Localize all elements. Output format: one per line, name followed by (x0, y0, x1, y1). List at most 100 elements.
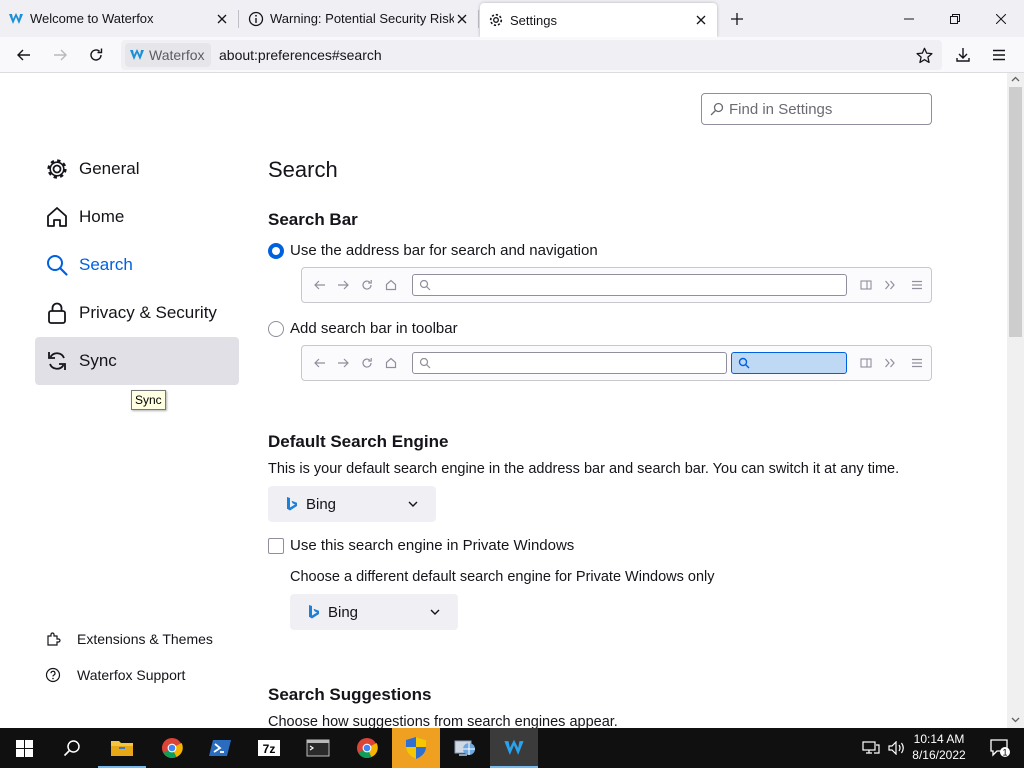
waterfox-logo-icon (130, 49, 144, 60)
close-tab-icon[interactable] (693, 12, 709, 28)
network-tray-icon[interactable] (858, 728, 884, 768)
address-bar-preview (301, 267, 932, 303)
private-engine-dropdown[interactable]: Bing (290, 594, 458, 630)
help-circle-icon (45, 667, 61, 683)
bookmark-star-button[interactable] (910, 41, 938, 69)
close-tab-icon[interactable] (454, 11, 470, 27)
taskbar-chrome-2[interactable] (343, 728, 391, 768)
checkbox-label: Use this search engine in Private Window… (290, 537, 575, 554)
plus-icon (731, 12, 743, 25)
close-tab-icon[interactable] (214, 11, 230, 27)
default-search-engine-description: This is your default search engine in th… (268, 461, 900, 477)
radio-button-selected[interactable] (268, 242, 284, 259)
waterfox-logo-icon (504, 739, 524, 755)
sync-tooltip: Sync (131, 390, 166, 410)
action-center-button[interactable]: 1 (976, 728, 1024, 768)
tab-title: Settings (510, 12, 557, 28)
tab-warning[interactable]: Warning: Potential Security Risk Ah (240, 0, 479, 37)
tab-title: Warning: Potential Security Risk Ah (270, 11, 454, 26)
category-sync[interactable]: Sync (35, 337, 239, 385)
category-label: Privacy & Security (79, 303, 217, 322)
forward-arrow-icon (335, 355, 351, 371)
tab-welcome[interactable]: Welcome to Waterfox (0, 0, 239, 37)
default-engine-dropdown[interactable]: Bing (268, 486, 436, 522)
scrollbar-thumb[interactable] (1009, 87, 1022, 337)
category-general[interactable]: General (35, 145, 239, 193)
private-engine-description: Choose a different default search engine… (290, 569, 715, 585)
forward-arrow-icon (54, 49, 67, 61)
app-menu-button[interactable] (985, 41, 1013, 69)
taskbar-security-shield[interactable] (392, 728, 440, 768)
radio-add-search-bar[interactable]: Add search bar in toolbar (268, 320, 458, 337)
restore-button[interactable] (932, 0, 978, 37)
identity-box[interactable]: Waterfox (125, 43, 211, 67)
7zip-icon: 7z (258, 740, 280, 756)
dropdown-selected-value: Bing (306, 495, 337, 513)
private-windows-checkbox[interactable]: Use this search engine in Private Window… (268, 537, 574, 554)
forward-button[interactable] (46, 41, 74, 69)
taskbar-chrome[interactable] (148, 728, 196, 768)
reload-icon (359, 355, 375, 371)
taskbar-powershell[interactable] (196, 728, 244, 768)
windows-taskbar: 7z 10:14 AM 8/16/2022 1 (0, 728, 1024, 768)
notification-count: 1 (1002, 748, 1007, 758)
sync-icon (48, 352, 66, 370)
address-field-preview (412, 274, 847, 296)
category-home[interactable]: Home (35, 193, 239, 241)
back-arrow-icon (17, 49, 30, 61)
find-in-settings-input[interactable]: Find in Settings (701, 93, 932, 125)
svg-text:7z: 7z (263, 742, 276, 756)
network-icon (862, 741, 880, 754)
dropdown-selected-value: Bing (328, 603, 359, 621)
taskbar-clock[interactable]: 10:14 AM 8/16/2022 (910, 731, 968, 763)
gear-icon (489, 13, 503, 27)
back-button[interactable] (10, 41, 38, 69)
address-field-preview (412, 352, 727, 374)
search-icon (63, 740, 80, 757)
category-privacy-security[interactable]: Privacy & Security (35, 289, 239, 337)
taskbar-terminal[interactable] (294, 728, 342, 768)
reload-button[interactable] (82, 41, 110, 69)
taskbar-file-explorer[interactable] (98, 728, 146, 768)
forward-arrow-icon (335, 277, 351, 293)
waterfox-support-link[interactable]: Waterfox Support (45, 665, 185, 685)
overflow-chevrons-icon (882, 277, 898, 293)
clock-date: 8/16/2022 (912, 748, 966, 762)
taskbar-network-app[interactable] (441, 728, 489, 768)
taskbar-search-button[interactable] (48, 728, 96, 768)
minimize-icon (904, 18, 914, 19)
search-icon (419, 279, 431, 291)
start-button[interactable] (0, 728, 48, 768)
download-icon (956, 48, 970, 62)
category-search[interactable]: Search (35, 241, 239, 289)
new-tab-button[interactable] (715, 0, 759, 37)
taskbar-7zip[interactable]: 7z (245, 728, 293, 768)
category-label: Sync (79, 351, 117, 370)
chrome-icon (162, 738, 183, 759)
page-title: Search (268, 157, 338, 182)
scroll-down-arrow-icon[interactable] (1011, 717, 1020, 723)
checkbox[interactable] (268, 537, 284, 554)
radio-button-unselected[interactable] (268, 320, 284, 337)
home-icon (383, 355, 399, 371)
speaker-icon (888, 741, 904, 755)
tab-settings[interactable]: Settings (480, 3, 717, 37)
downloads-button[interactable] (949, 41, 977, 69)
search-bar-heading: Search Bar (268, 210, 358, 229)
address-bar[interactable]: Waterfox about:preferences#search (121, 40, 942, 70)
scroll-up-arrow-icon[interactable] (1011, 76, 1020, 82)
close-window-button[interactable] (978, 0, 1024, 37)
puzzle-piece-icon (47, 632, 61, 646)
info-icon (248, 11, 264, 26)
minimize-button[interactable] (886, 0, 932, 37)
volume-tray-icon[interactable] (884, 728, 910, 768)
chevron-down-icon (408, 501, 418, 507)
identity-label: Waterfox (149, 47, 205, 63)
tab-title: Welcome to Waterfox (30, 11, 154, 26)
taskbar-waterfox[interactable] (490, 728, 538, 768)
search-suggestions-description: Choose how suggestions from search engin… (268, 714, 618, 728)
extensions-themes-link[interactable]: Extensions & Themes (45, 629, 213, 649)
waterfox-logo-icon (9, 12, 23, 24)
radio-use-address-bar[interactable]: Use the address bar for search and navig… (268, 242, 598, 259)
windows-logo-icon (15, 739, 33, 757)
